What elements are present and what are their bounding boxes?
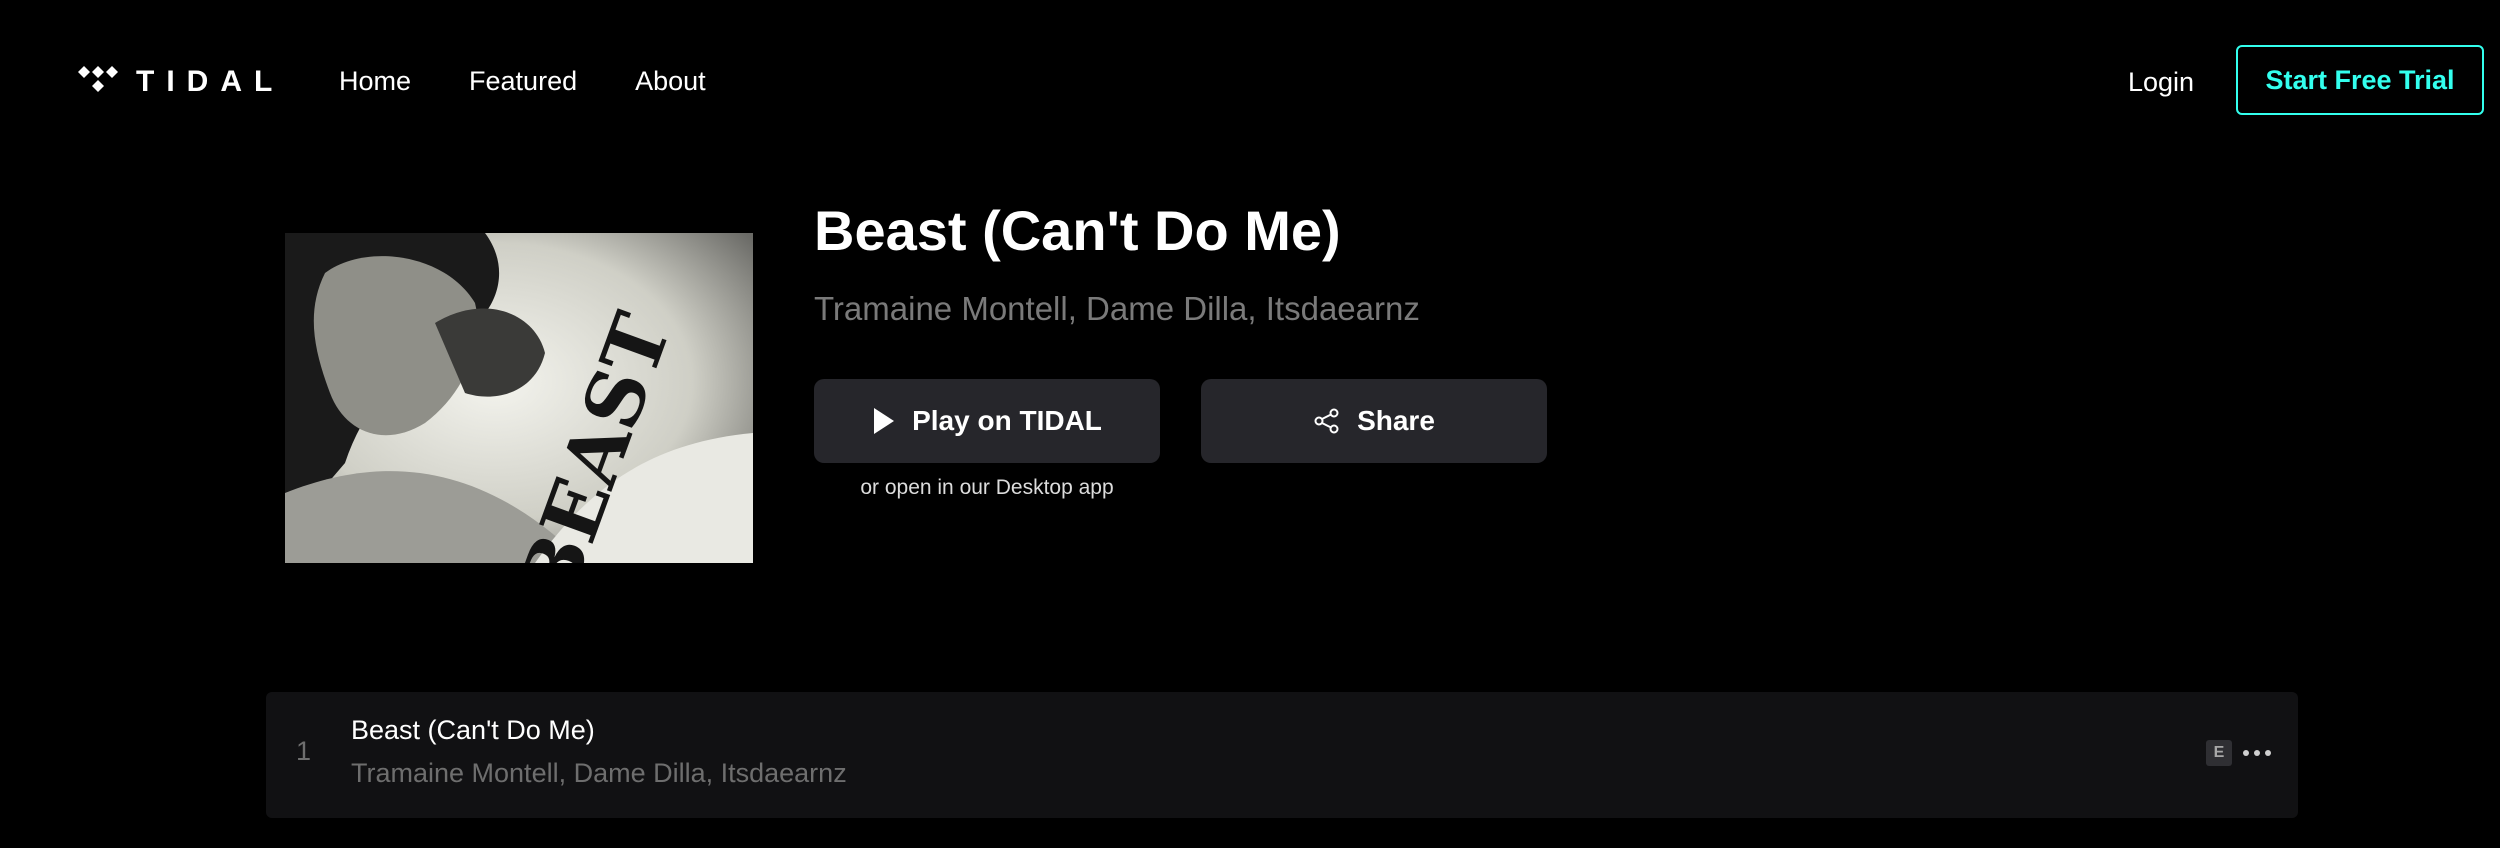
play-icon	[874, 408, 895, 434]
explicit-badge: E	[2206, 740, 2232, 766]
nav-home[interactable]: Home	[339, 66, 411, 97]
track-title[interactable]: Beast (Can't Do Me)	[351, 715, 595, 746]
start-free-trial-label: Start Free Trial	[2265, 64, 2455, 95]
track-row[interactable]: 1 Beast (Can't Do Me) Tramaine Montell, …	[266, 692, 2298, 818]
share-button[interactable]: Share	[1201, 379, 1547, 463]
play-on-tidal-button[interactable]: Play on TIDAL	[814, 379, 1160, 463]
play-on-tidal-label: Play on TIDAL	[912, 405, 1102, 436]
tidal-logo-icon	[78, 66, 118, 92]
nav-featured[interactable]: Featured	[469, 66, 577, 97]
tidal-logo[interactable]: TIDAL	[78, 62, 284, 102]
track-number: 1	[296, 736, 312, 766]
album-cover: BEAST	[285, 233, 753, 563]
nav-about[interactable]: About	[635, 66, 706, 97]
album-title: Beast (Can't Do Me)	[814, 199, 1341, 262]
start-free-trial-button[interactable]: Start Free Trial	[2236, 45, 2484, 115]
page: TIDAL Home Featured About Login Start Fr…	[0, 0, 2500, 848]
open-desktop-app-link[interactable]: or open in our Desktop app	[814, 476, 1160, 500]
logo-text: TIDAL	[136, 65, 285, 98]
album-artists[interactable]: Tramaine Montell, Dame Dilla, Itsdaearnz	[814, 290, 1420, 328]
track-artists[interactable]: Tramaine Montell, Dame Dilla, Itsdaearnz	[351, 758, 847, 789]
header: TIDAL Home Featured About Login Start Fr…	[0, 0, 2500, 162]
more-options-icon[interactable]	[2240, 738, 2274, 768]
share-icon	[1314, 408, 1339, 434]
login-link[interactable]: Login	[2128, 62, 2194, 102]
share-label: Share	[1357, 405, 1435, 436]
main-nav: Home Featured About	[339, 60, 764, 102]
album-cover-art: BEAST	[285, 233, 753, 563]
